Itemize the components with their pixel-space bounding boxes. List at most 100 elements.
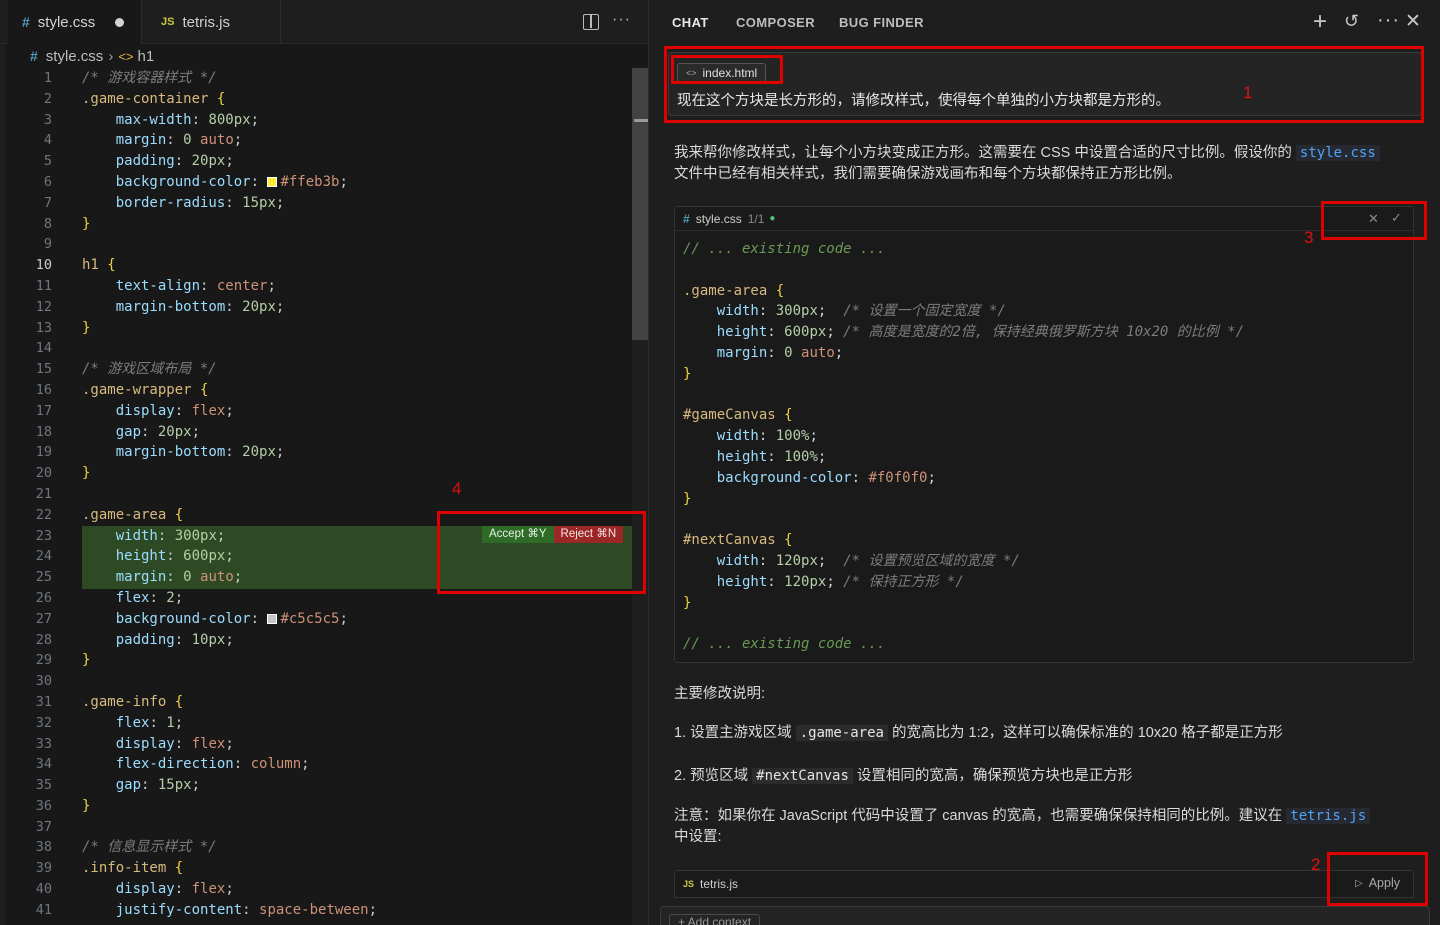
history-icon[interactable]: ↺ xyxy=(1344,11,1359,32)
css-file-icon: # xyxy=(22,14,30,30)
code-line: 13} xyxy=(35,319,91,336)
tab-label: style.css xyxy=(37,13,96,31)
new-chat-plus-icon[interactable]: + xyxy=(1313,8,1327,36)
editor-scrollbar-thumb[interactable] xyxy=(632,68,648,340)
code-line: width: 100%; xyxy=(716,428,818,445)
scrollbar-cursor-marker xyxy=(634,119,648,122)
annotation-number-3: 3 xyxy=(1304,228,1314,247)
code-line: 36} xyxy=(35,797,91,814)
code-line: 7 border-radius: 15px; xyxy=(43,194,285,211)
code-line: #gameCanvas { xyxy=(683,407,793,424)
more-actions-icon[interactable]: ··· xyxy=(612,11,631,29)
code-line: 9 xyxy=(43,236,52,253)
code-line: 17 display: flex; xyxy=(35,402,234,419)
code-block-filename[interactable]: style.css xyxy=(696,212,742,226)
annotation-box-2 xyxy=(1327,852,1428,906)
status-dot-icon: ● xyxy=(769,213,776,224)
code-line: 1/* 游戏容器样式 */ xyxy=(43,70,217,86)
unsaved-dot-icon[interactable] xyxy=(115,17,125,27)
annotation-number-2: 2 xyxy=(1311,855,1321,874)
code-line: .game-area { xyxy=(683,282,785,299)
code-line: height: 100%; xyxy=(716,448,827,465)
code-lines[interactable]: 1/* 游戏容器样式 */ 2 .game-container { 3 max-w… xyxy=(0,68,632,921)
add-context-button[interactable]: + Add context xyxy=(669,914,761,925)
file-link-style-css[interactable]: style.css xyxy=(1295,145,1380,161)
intro-text-2: 文件中已经有相关样式，我们需要确保游戏画布和每个方块都保持正方形比例。 xyxy=(674,166,1182,182)
code-line: 40 display: flex; xyxy=(35,881,234,898)
code-line: height: 120px; /* 保持正方形 */ xyxy=(716,573,964,590)
code-line: 35 gap: 15px; xyxy=(35,777,201,794)
chat-input-box[interactable]: + Add context xyxy=(660,906,1430,925)
tab-style-css[interactable]: # style.css xyxy=(8,0,142,44)
code-line: 41 justify-content: space-between; xyxy=(35,901,378,918)
code-line: 28 padding: 10px; xyxy=(35,631,234,648)
editor-tab-bar: # style.css JS tetris.js ··· xyxy=(0,0,648,44)
code-block-body[interactable]: // ... existing code ... .game-area { wi… xyxy=(683,239,1244,655)
code-line: 14 xyxy=(35,340,52,357)
breadcrumb-symbol[interactable]: h1 xyxy=(138,48,155,65)
inline-code-next-canvas: #nextCanvas xyxy=(752,768,853,784)
tab-composer[interactable]: COMPOSER xyxy=(736,15,815,30)
summary-title: 主要修改说明: xyxy=(674,686,766,702)
breadcrumb-file[interactable]: style.css xyxy=(46,48,104,65)
chat-header: CHAT COMPOSER BUG FINDER + ↺ ··· ✕ xyxy=(649,0,1440,44)
code-line: 6 background-color: #ffeb3b; xyxy=(43,173,348,190)
tab-chat[interactable]: CHAT xyxy=(672,15,709,30)
code-line: 11 text-align: center; xyxy=(35,277,276,294)
annotation-number-1: 1 xyxy=(1243,83,1253,102)
code-line: 5 padding: 20px; xyxy=(43,153,234,170)
annotation-number-4: 4 xyxy=(452,479,462,498)
intro-text: 我来帮你修改样式，让每个小方块变成正方形。这需要在 CSS 中设置合适的尺寸比例… xyxy=(674,145,1292,161)
code-line: 37 xyxy=(35,818,52,835)
point-1-text: 1. 设置主游戏区域 xyxy=(674,725,792,741)
code-line: 38/* 信息显示样式 */ xyxy=(35,839,217,856)
change-counter: 1/1 xyxy=(747,211,765,226)
code-line: height: 600px; /* 高度是宽度的2倍, 保持经典俄罗斯方块 10… xyxy=(716,324,1245,341)
code-line: 3 max-width: 800px; xyxy=(43,111,260,128)
code-line: 21 xyxy=(35,485,52,502)
code-line: 18 gap: 20px; xyxy=(35,423,201,440)
point-1-text-2: 的宽高比为 1:2，这样可以确保标准的 10x20 格子都是正方形 xyxy=(891,725,1283,741)
js-file-icon: JS xyxy=(161,16,175,28)
code-editor[interactable]: # style.css JS tetris.js ··· # style.css… xyxy=(0,0,648,925)
chevron-right-icon: › xyxy=(108,47,114,65)
breadcrumb: # style.css › <> h1 xyxy=(30,46,154,66)
code-suggestion-block: # style.css 1/1 ● ✕ ✓ // ... existing co… xyxy=(674,206,1414,663)
css-file-icon: # xyxy=(30,48,38,64)
close-icon[interactable]: ✕ xyxy=(1405,10,1421,33)
chat-panel: CHAT COMPOSER BUG FINDER + ↺ ··· ✕ <> in… xyxy=(649,0,1440,925)
code-line: margin: 0 auto; xyxy=(716,344,844,361)
tab-tetris-js[interactable]: JS tetris.js xyxy=(143,0,281,44)
code-line: } xyxy=(683,490,692,507)
note-text: 注意：如果你在 JavaScript 代码中设置了 canvas 的宽高，也需要… xyxy=(674,808,1283,824)
tab-bug-finder[interactable]: BUG FINDER xyxy=(839,15,924,30)
js-file-icon: JS xyxy=(683,879,695,889)
note-text-2: 中设置: xyxy=(674,829,722,845)
code-line: } xyxy=(683,365,692,382)
more-actions-icon[interactable]: ··· xyxy=(1377,9,1400,32)
tab-label: tetris.js xyxy=(182,13,230,31)
code-line: background-color: #f0f0f0; xyxy=(716,469,936,486)
code-line: 16 .game-wrapper { xyxy=(35,381,209,398)
selector-icon: <> xyxy=(118,48,134,64)
apply-file-label: tetris.js xyxy=(700,877,739,891)
code-line: 27 background-color: #c5c5c5; xyxy=(35,610,348,627)
code-line: 20} xyxy=(35,465,91,482)
file-link-tetris-js[interactable]: tetris.js xyxy=(1286,808,1371,824)
code-line: 4 margin: 0 auto; xyxy=(43,132,243,149)
code-line: 30 xyxy=(35,673,52,690)
code-line: 15/* 游戏区域布局 */ xyxy=(35,361,217,378)
code-line: 34 flex-direction: column; xyxy=(35,756,310,773)
assistant-intro: 我来帮你修改样式，让每个小方块变成正方形。这需要在 CSS 中设置合适的尺寸比例… xyxy=(674,143,1414,185)
split-editor-icon[interactable] xyxy=(583,14,599,30)
code-line: 2 .game-container { xyxy=(43,90,226,107)
code-line: } xyxy=(683,594,692,611)
code-line: 29} xyxy=(35,652,91,669)
code-line: width: 120px; /* 设置预览区域的宽度 */ xyxy=(716,552,1020,569)
code-block-filename[interactable]: JS tetris.js xyxy=(683,877,738,891)
code-line: 33 display: flex; xyxy=(35,735,234,752)
css-file-icon: # xyxy=(683,211,690,226)
